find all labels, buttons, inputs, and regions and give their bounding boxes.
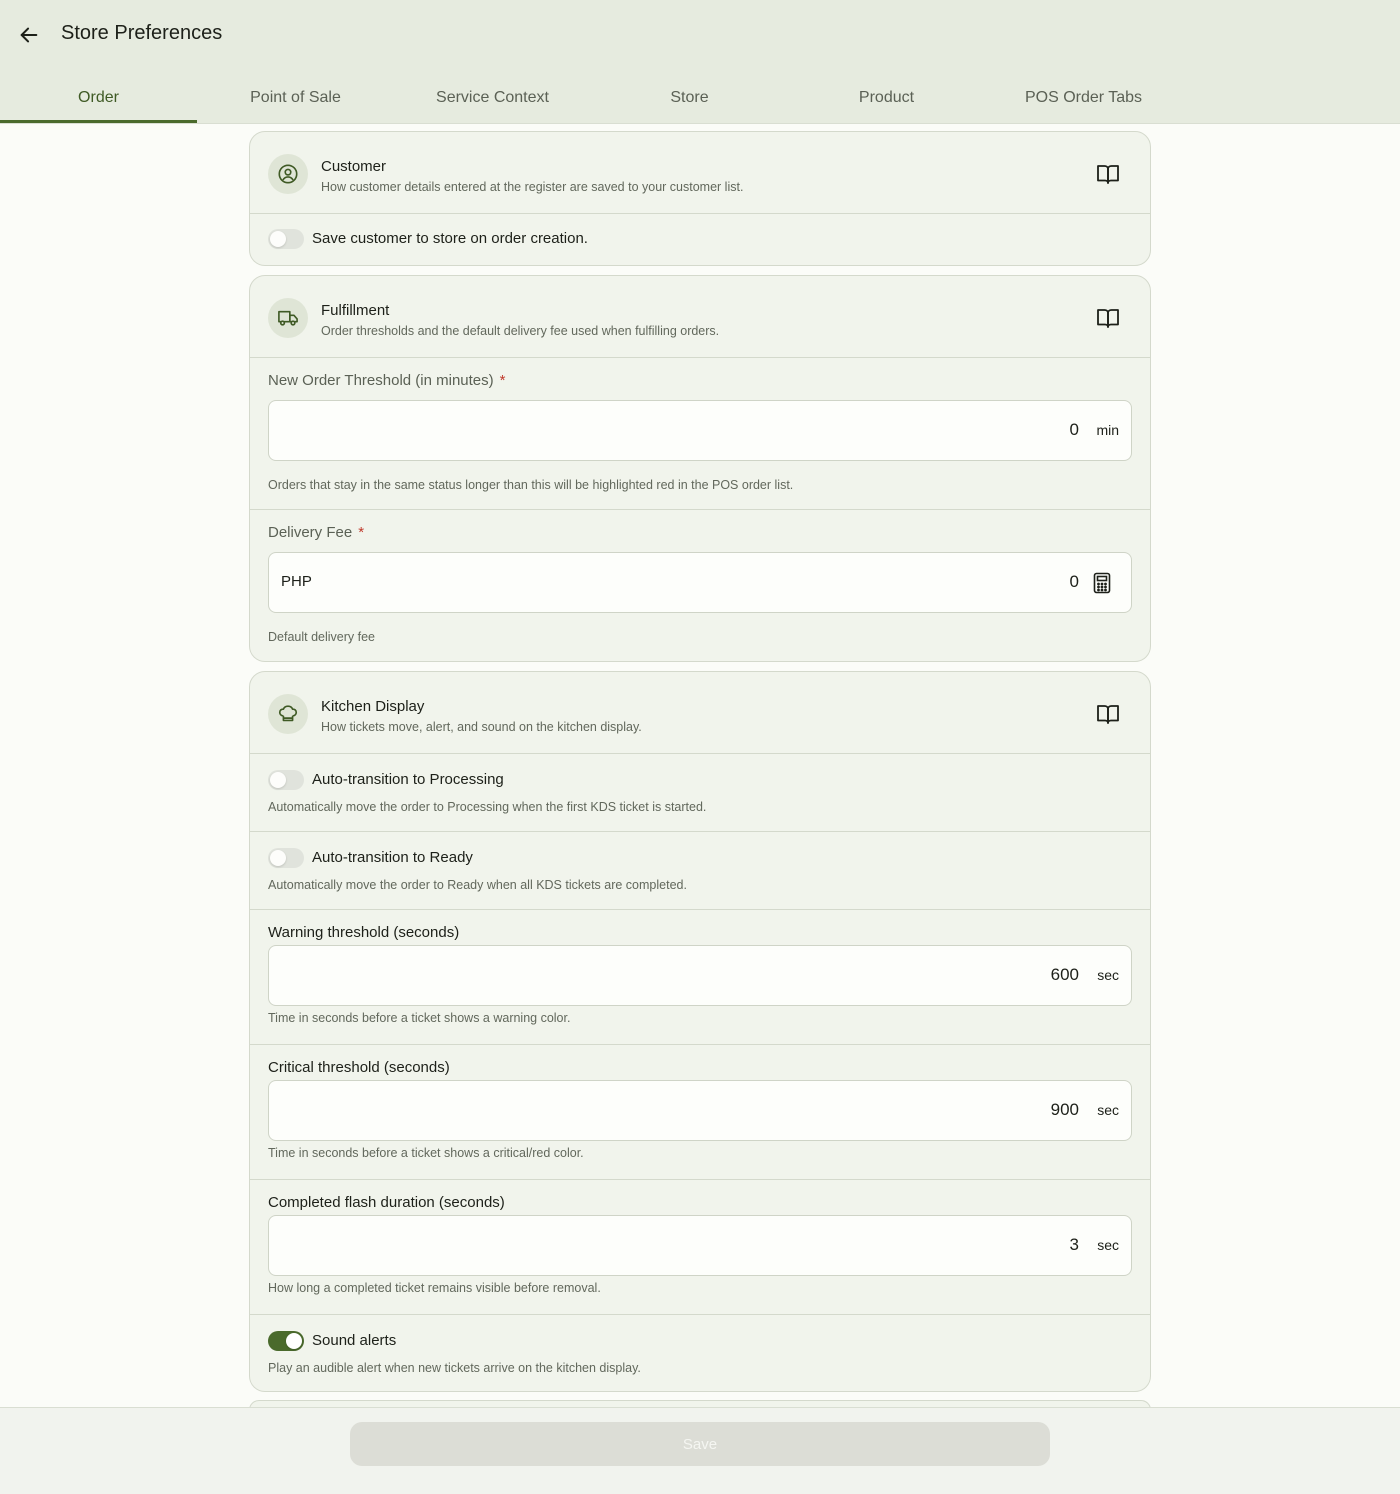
kitchen-card-subtitle: How tickets move, alert, and sound on th… xyxy=(321,720,642,734)
page-title: Store Preferences xyxy=(61,22,223,44)
save-customer-label: Save customer to store on order creation… xyxy=(312,230,588,247)
new-order-threshold-label: New Order Threshold (in minutes) * xyxy=(268,372,506,389)
delivery-fee-input[interactable]: PHP 0 xyxy=(268,552,1132,613)
auto-processing-helper: Automatically move the order to Processi… xyxy=(268,800,707,814)
delivery-fee-helper: Default delivery fee xyxy=(268,630,376,644)
auto-ready-helper: Automatically move the order to Ready wh… xyxy=(268,878,687,892)
book-open-icon[interactable] xyxy=(1096,703,1120,725)
warning-threshold-row: Warning threshold (seconds) 600 sec Time… xyxy=(250,910,1150,1045)
kitchen-card-header: Kitchen Display How tickets move, alert,… xyxy=(250,672,1150,754)
fulfillment-card-header: Fulfillment Order thresholds and the def… xyxy=(250,276,1150,358)
flash-duration-value: 3 xyxy=(1069,1235,1079,1254)
warning-threshold-input[interactable]: 600 sec xyxy=(268,945,1132,1006)
fulfillment-card-subtitle: Order thresholds and the default deliver… xyxy=(321,324,720,338)
sound-alerts-helper: Play an audible alert when new tickets a… xyxy=(268,1361,641,1375)
critical-threshold-label: Critical threshold (seconds) xyxy=(268,1059,450,1076)
tab-pos-order-tabs[interactable]: POS Order Tabs xyxy=(985,72,1182,124)
currency-prefix: PHP xyxy=(281,573,312,590)
seconds-unit: sec xyxy=(1097,1237,1119,1253)
required-mark: * xyxy=(358,524,365,541)
sound-alerts-row: Sound alerts Play an audible alert when … xyxy=(250,1315,1150,1391)
arrow-left-icon xyxy=(20,27,38,43)
tab-point-of-sale[interactable]: Point of Sale xyxy=(197,72,394,124)
critical-threshold-row: Critical threshold (seconds) 900 sec Tim… xyxy=(250,1045,1150,1180)
customer-card-subtitle: How customer details entered at the regi… xyxy=(321,180,744,194)
tab-order[interactable]: Order xyxy=(0,72,197,124)
auto-processing-row: Auto-transition to Processing Automatica… xyxy=(250,754,1150,832)
seconds-unit: sec xyxy=(1097,967,1119,983)
kitchen-display-card: Kitchen Display How tickets move, alert,… xyxy=(249,671,1151,1392)
warning-threshold-helper: Time in seconds before a ticket shows a … xyxy=(268,1011,571,1025)
required-mark: * xyxy=(499,372,506,389)
warning-threshold-value: 600 xyxy=(1050,965,1079,984)
save-customer-toggle[interactable] xyxy=(268,229,304,249)
kitchen-card-title: Kitchen Display xyxy=(321,698,425,715)
minutes-unit: min xyxy=(1096,422,1119,438)
back-button[interactable] xyxy=(14,20,44,50)
critical-threshold-value: 900 xyxy=(1050,1100,1079,1119)
save-customer-row: Save customer to store on order creation… xyxy=(250,214,1150,265)
critical-threshold-helper: Time in seconds before a ticket shows a … xyxy=(268,1146,584,1160)
tab-store[interactable]: Store xyxy=(591,72,788,124)
new-order-threshold-helper: Orders that stay in the same status long… xyxy=(268,478,794,492)
tab-service-context[interactable]: Service Context xyxy=(394,72,591,124)
truck-icon xyxy=(268,298,308,338)
delivery-fee-label: Delivery Fee * xyxy=(268,524,365,541)
footer-bar: Save xyxy=(0,1407,1400,1494)
fulfillment-card-title: Fulfillment xyxy=(321,302,390,319)
save-button[interactable]: Save xyxy=(350,1422,1050,1466)
delivery-fee-value: 0 xyxy=(1069,572,1079,591)
seconds-unit: sec xyxy=(1097,1102,1119,1118)
sound-alerts-toggle[interactable] xyxy=(268,1331,304,1351)
customer-card-title: Customer xyxy=(321,158,387,175)
user-circle-icon xyxy=(268,154,308,194)
flash-duration-label: Completed flash duration (seconds) xyxy=(268,1194,505,1211)
flash-duration-input[interactable]: 3 sec xyxy=(268,1215,1132,1276)
critical-threshold-input[interactable]: 900 sec xyxy=(268,1080,1132,1141)
auto-ready-label: Auto-transition to Ready xyxy=(312,849,473,866)
flash-duration-helper: How long a completed ticket remains visi… xyxy=(268,1281,601,1295)
new-order-threshold-input[interactable]: 0 min xyxy=(268,400,1132,461)
customer-card: Customer How customer details entered at… xyxy=(249,131,1151,266)
calculator-icon[interactable] xyxy=(1093,572,1111,594)
warning-threshold-label: Warning threshold (seconds) xyxy=(268,924,460,941)
new-order-threshold-row: New Order Threshold (in minutes) * 0 min … xyxy=(250,358,1150,510)
auto-processing-toggle[interactable] xyxy=(268,770,304,790)
delivery-fee-row: Delivery Fee * PHP 0 Default delivery fee xyxy=(250,510,1150,661)
chef-hat-icon xyxy=(268,694,308,734)
auto-processing-label: Auto-transition to Processing xyxy=(312,771,504,788)
flash-duration-row: Completed flash duration (seconds) 3 sec… xyxy=(250,1180,1150,1315)
fulfillment-card: Fulfillment Order thresholds and the def… xyxy=(249,275,1151,662)
sound-alerts-label: Sound alerts xyxy=(312,1332,397,1349)
book-open-icon[interactable] xyxy=(1096,163,1120,185)
auto-ready-toggle[interactable] xyxy=(268,848,304,868)
book-open-icon[interactable] xyxy=(1096,307,1120,329)
tab-product[interactable]: Product xyxy=(788,72,985,124)
auto-ready-row: Auto-transition to Ready Automatically m… xyxy=(250,832,1150,910)
customer-card-header: Customer How customer details entered at… xyxy=(250,132,1150,214)
top-bar: Store Preferences Order Point of Sale Se… xyxy=(0,0,1400,124)
tab-bar: Order Point of Sale Service Context Stor… xyxy=(0,72,1182,124)
new-order-threshold-value: 0 xyxy=(1069,420,1079,439)
